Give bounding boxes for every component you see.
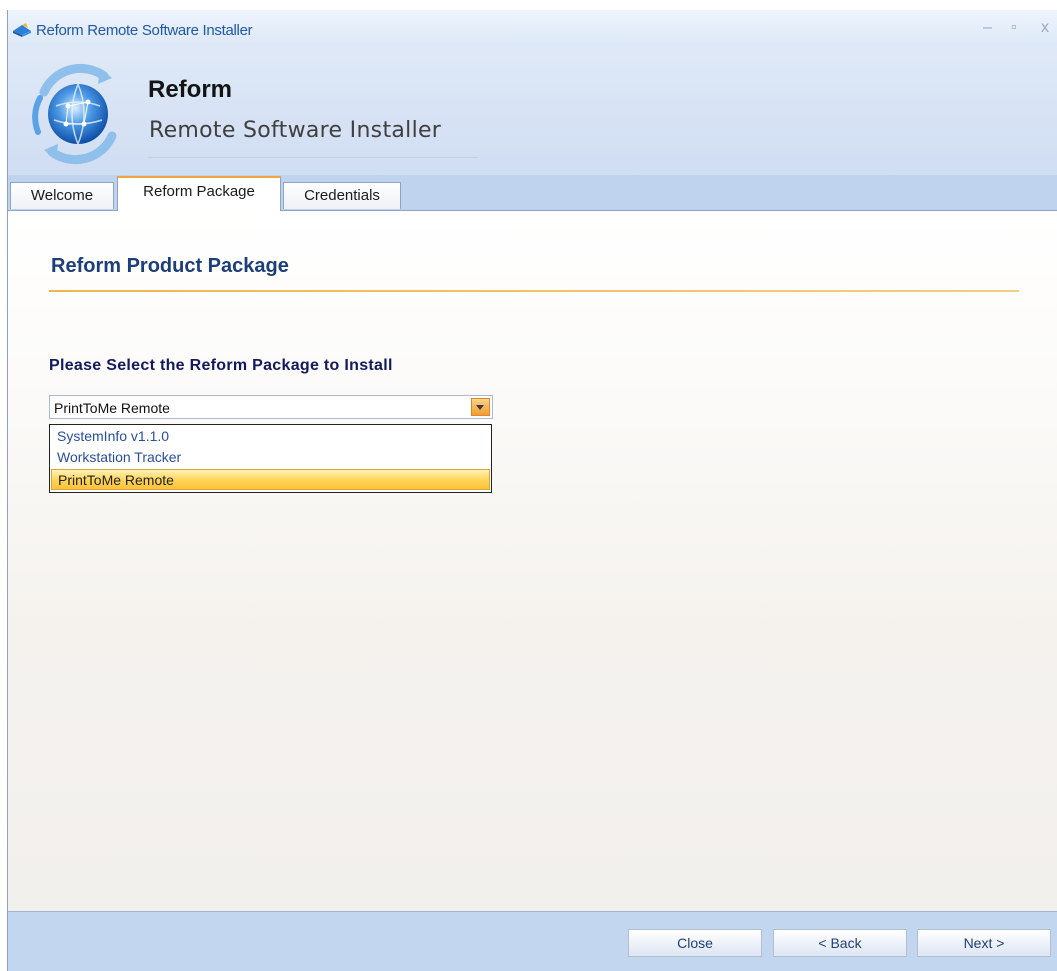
tab-credentials[interactable]: Credentials bbox=[283, 182, 401, 209]
package-combobox[interactable]: PrintToMe Remote bbox=[49, 395, 493, 419]
maximize-button[interactable]: ▫ bbox=[1011, 19, 1017, 37]
dropdown-option-systeminfo[interactable]: SystemInfo v1.1.0 bbox=[51, 426, 490, 447]
header-title: Reform bbox=[148, 76, 233, 103]
tab-reform-package[interactable]: Reform Package bbox=[117, 176, 281, 211]
dropdown-option-printtome-remote[interactable]: PrintToMe Remote bbox=[51, 469, 490, 490]
next-button[interactable]: Next > bbox=[917, 929, 1051, 957]
package-dropdown-list: SystemInfo v1.1.0 Workstation Tracker Pr… bbox=[49, 424, 492, 493]
globe-arrows-logo bbox=[32, 63, 117, 165]
tab-content-panel: Reform Product Package Please Select the… bbox=[8, 210, 1057, 912]
close-window-button[interactable]: x bbox=[1041, 19, 1049, 37]
header-subtitle: Remote Software Installer bbox=[149, 118, 442, 143]
minimize-button[interactable]: – bbox=[983, 19, 992, 37]
package-select-label: Please Select the Reform Package to Inst… bbox=[49, 357, 393, 374]
installer-window: Reform Remote Software Installer – ▫ x R… bbox=[7, 10, 1057, 971]
reform-installer-icon bbox=[13, 23, 31, 37]
combobox-value: PrintToMe Remote bbox=[54, 400, 170, 416]
header-divider bbox=[148, 157, 478, 158]
section-title: Reform Product Package bbox=[51, 255, 289, 277]
back-button[interactable]: < Back bbox=[773, 929, 907, 957]
header-banner: Reform Remote Software Installer bbox=[8, 46, 1057, 186]
footer-bar: Close < Back Next > bbox=[8, 911, 1057, 971]
window-title: Reform Remote Software Installer bbox=[36, 22, 253, 39]
tab-strip: Welcome Reform Package Credentials bbox=[8, 175, 1057, 211]
close-button[interactable]: Close bbox=[628, 929, 762, 957]
section-divider bbox=[49, 290, 1019, 292]
title-bar[interactable]: Reform Remote Software Installer – ▫ x bbox=[8, 10, 1057, 46]
tab-welcome[interactable]: Welcome bbox=[10, 182, 114, 209]
chevron-down-icon[interactable] bbox=[471, 398, 490, 416]
dropdown-option-workstation-tracker[interactable]: Workstation Tracker bbox=[51, 447, 490, 468]
